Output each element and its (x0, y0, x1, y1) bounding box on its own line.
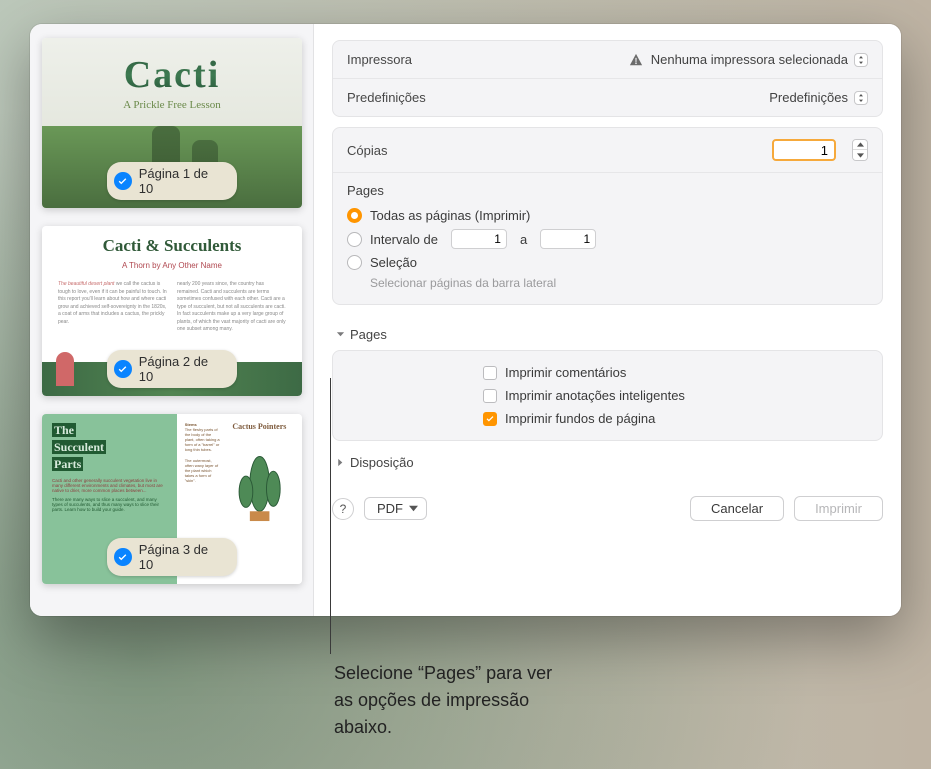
radio-icon (347, 232, 362, 247)
pages-disclosure-toggle[interactable]: Pages (332, 319, 883, 350)
page-thumbnail-2[interactable]: Cacti & Succulents A Thorn by Any Other … (42, 226, 302, 396)
thumb1-title: Cacti (124, 53, 221, 97)
thumb3-right-title: Cactus Pointers (225, 422, 294, 431)
thumb1-badge[interactable]: Página 1 de 10 (107, 162, 237, 200)
thumb1-subtitle: A Prickle Free Lesson (123, 99, 220, 111)
thumb3-title-b: Succulent (52, 440, 106, 454)
chevron-down-icon (409, 504, 418, 513)
checkbox-icon (483, 389, 497, 403)
thumb3-title-c: Parts (52, 457, 83, 471)
chevron-down-icon (336, 330, 345, 339)
printer-value: Nenhuma impressora selecionada (651, 52, 848, 67)
range-from-input[interactable] (451, 229, 507, 249)
thumb2-badge[interactable]: Página 2 de 10 (107, 350, 237, 388)
checkbox-backgrounds-label: Imprimir fundos de página (505, 411, 655, 426)
print-dialog: Cacti A Prickle Free Lesson Página 1 de … (30, 24, 901, 616)
thumb3-badge[interactable]: Página 3 de 10 (107, 538, 237, 576)
range-to-label: a (520, 232, 527, 247)
check-icon (114, 172, 132, 190)
chevron-right-icon (336, 458, 345, 467)
range-to-input[interactable] (540, 229, 596, 249)
radio-selection-label: Seleção (370, 255, 417, 270)
layout-section-title: Disposição (350, 455, 414, 470)
selection-hint: Selecionar páginas da barra lateral (347, 276, 868, 290)
checkbox-smart-annotations[interactable]: Imprimir anotações inteligentes (483, 388, 868, 403)
page-thumbnail-3[interactable]: The Succulent Parts Cacti and other gene… (42, 414, 302, 584)
presets-popup[interactable]: Predefinições (769, 90, 868, 105)
pdf-label: PDF (377, 501, 403, 516)
pages-section-title: Pages (350, 327, 387, 342)
radio-selection[interactable]: Seleção (347, 252, 868, 273)
checkbox-smart-label: Imprimir anotações inteligentes (505, 388, 685, 403)
radio-all-pages[interactable]: Todas as páginas (Imprimir) (347, 205, 868, 226)
pages-heading: Pages (347, 183, 868, 198)
copies-input[interactable] (772, 139, 836, 161)
presets-label: Predefinições (347, 90, 426, 105)
printer-label: Impressora (347, 52, 412, 67)
presets-value: Predefinições (769, 90, 848, 105)
copies-pages-card: Cópias Pages Todas as páginas (Imprimir)… (332, 127, 883, 305)
radio-icon (347, 208, 362, 223)
printer-popup[interactable]: Nenhuma impressora selecionada (629, 52, 868, 67)
thumb3-title-a: The (52, 423, 76, 437)
layout-disclosure-toggle[interactable]: Disposição (332, 447, 883, 478)
thumb3-badge-label: Página 3 de 10 (139, 542, 225, 572)
pages-section-body: Imprimir comentários Imprimir anotações … (332, 350, 883, 441)
thumb2-title: Cacti & Succulents (52, 236, 292, 256)
check-icon (114, 548, 132, 566)
pdf-menu-button[interactable]: PDF (364, 497, 427, 520)
help-button[interactable]: ? (332, 498, 354, 520)
radio-icon (347, 255, 362, 270)
stepper-down-icon[interactable] (853, 150, 867, 160)
radio-range-label: Intervalo de (370, 232, 438, 247)
thumb2-badge-label: Página 2 de 10 (139, 354, 225, 384)
dialog-footer: ? PDF Cancelar Imprimir (332, 492, 883, 521)
cancel-button[interactable]: Cancelar (690, 496, 784, 521)
chevron-updown-icon (854, 91, 868, 105)
check-icon (114, 360, 132, 378)
layout-section: Disposição (332, 447, 883, 478)
thumb2-subtitle: A Thorn by Any Other Name (122, 261, 222, 270)
thumb2-columns: The beautiful desert plant we call the c… (42, 281, 302, 349)
printer-card: Impressora Nenhuma impressora selecionad… (332, 40, 883, 117)
radio-all-label: Todas as páginas (Imprimir) (370, 208, 530, 223)
stepper-up-icon[interactable] (853, 140, 867, 150)
print-options-panel: Impressora Nenhuma impressora selecionad… (314, 24, 901, 616)
checkbox-comments[interactable]: Imprimir comentários (483, 365, 868, 380)
callout-text: Selecione “Pages” para ver as opções de … (334, 660, 574, 741)
radio-range[interactable]: Intervalo de a (347, 226, 868, 252)
copies-label: Cópias (347, 143, 387, 158)
page-thumbnail-1[interactable]: Cacti A Prickle Free Lesson Página 1 de … (42, 38, 302, 208)
pages-app-section: Pages Imprimir comentários Imprimir anot… (332, 319, 883, 441)
checkbox-icon (483, 412, 497, 426)
checkbox-icon (483, 366, 497, 380)
thumb1-badge-label: Página 1 de 10 (139, 166, 225, 196)
print-button[interactable]: Imprimir (794, 496, 883, 521)
chevron-updown-icon (854, 53, 868, 67)
callout-line (330, 378, 331, 654)
checkbox-comments-label: Imprimir comentários (505, 365, 626, 380)
page-thumbnail-sidebar: Cacti A Prickle Free Lesson Página 1 de … (30, 24, 314, 616)
warning-icon (629, 53, 643, 67)
callout: Selecione “Pages” para ver as opções de … (330, 378, 332, 769)
checkbox-page-backgrounds[interactable]: Imprimir fundos de página (483, 411, 868, 426)
copies-stepper[interactable] (852, 139, 868, 161)
